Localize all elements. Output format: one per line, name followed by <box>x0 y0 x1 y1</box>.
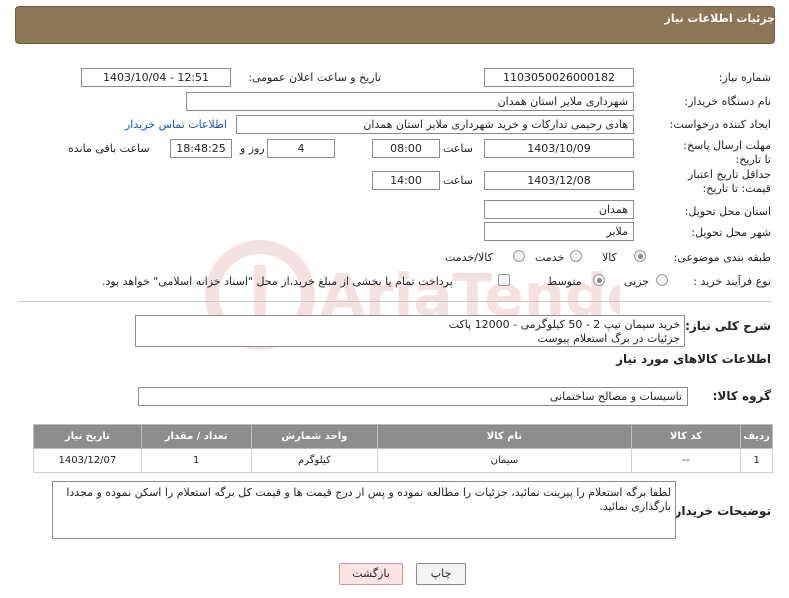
col-row-header: ردیف <box>740 424 773 449</box>
table-row: 1 -- سیمان کیلوگرم 1 1403/12/07 <box>33 448 773 473</box>
days-remaining-field: 4 <box>267 139 335 158</box>
requester-label: ایجاد کننده درخواست: <box>669 118 771 131</box>
time-remaining-label: ساعت باقی مانده <box>68 142 150 155</box>
page-title: جزئیات اطلاعات نیاز <box>664 12 776 25</box>
qty-cell: 1 <box>140 448 252 473</box>
col-unit-header: واحد شمارش <box>250 424 379 449</box>
description-line-1: خرید سیمان تیپ 2 - 50 کیلوگرمی - 12000 پ… <box>448 318 680 331</box>
process-medium-radio[interactable] <box>593 274 605 286</box>
price-validity-label: حداقل تاریخ اعتبار قیمت: تا تاریخ: <box>687 168 771 195</box>
requester-field: هادی رحیمی تدارکات و خرید شهرداری ملایر … <box>236 115 634 134</box>
description-label: شرح کلی نیاز: <box>685 319 771 333</box>
category-both-radio[interactable] <box>513 250 525 262</box>
announce-datetime-label: تاریخ و ساعت اعلان عمومی: <box>248 71 381 84</box>
time-remaining-field: 18:48:25 <box>170 139 232 158</box>
name-cell: سیمان <box>377 448 632 473</box>
process-type-label: نوع فرآیند خرید : <box>693 275 771 288</box>
col-name-header: نام کالا <box>377 424 632 449</box>
reply-deadline-date-field: 1403/10/09 <box>484 139 634 158</box>
divider <box>18 301 772 302</box>
need-number-label: شماره نیاز: <box>718 71 771 84</box>
category-service-label: خدمت <box>535 251 565 264</box>
process-minor-label: جزیی <box>624 275 650 288</box>
goods-group-field: تاسیسات و مصالح ساختمانی <box>138 387 688 406</box>
category-service-radio[interactable] <box>570 250 582 262</box>
buyer-notes-label: توضیحات خریدار: <box>669 504 771 518</box>
description-line-2: جزئیات در برگ استعلام پیوست <box>537 332 680 345</box>
delivery-province-label: استان محل تحویل: <box>684 205 771 218</box>
reply-time-label: ساعت <box>443 142 473 155</box>
goods-section-title: اطلاعات کالاهای مورد نیاز <box>616 352 771 366</box>
goods-group-label: گروه کالا: <box>712 389 771 403</box>
category-both-label: کالا/خدمت <box>445 251 493 264</box>
col-qty-header: تعداد / مقدار <box>140 424 252 449</box>
price-validity-time-field: 14:00 <box>372 171 440 190</box>
buyer-org-field: شهرداری ملایر استان همدان <box>186 92 634 111</box>
treasury-payment-checkbox[interactable] <box>498 274 510 286</box>
page-header <box>15 6 775 44</box>
items-table-header: ردیف کد کالا نام کالا واحد شمارش تعداد /… <box>33 424 773 449</box>
row-number-cell: 1 <box>740 448 773 473</box>
treasury-payment-note: پرداخت تمام یا بخشی از مبلغ خرید،از محل … <box>102 275 453 288</box>
buyer-contact-link[interactable]: اطلاعات تماس خریدار <box>125 118 227 131</box>
need-number-field: 1103050026000182 <box>484 68 634 87</box>
buyer-org-label: نام دستگاه خریدار: <box>684 95 771 108</box>
delivery-province-field: همدان <box>484 200 634 219</box>
delivery-city-label: شهر محل تحویل: <box>691 226 771 239</box>
reply-time-field: 08:00 <box>372 139 440 158</box>
items-table: ردیف کد کالا نام کالا واحد شمارش تعداد /… <box>33 424 773 473</box>
print-button[interactable]: چاپ <box>416 563 466 585</box>
back-button[interactable]: بازگشت <box>339 563 403 585</box>
delivery-city-field: ملایر <box>484 222 634 241</box>
category-goods-label: کالا <box>602 251 617 264</box>
category-goods-radio[interactable] <box>634 250 646 262</box>
price-validity-time-label: ساعت <box>443 174 473 187</box>
category-label: طبقه بندی موضوعی: <box>673 251 771 264</box>
reply-deadline-label: مهلت ارسال پاسخ: تا تاریخ: <box>683 139 771 166</box>
price-validity-date-field: 1403/12/08 <box>484 171 634 190</box>
unit-cell: کیلوگرم <box>250 448 379 473</box>
announce-datetime-field: 1403/10/04 - 12:51 <box>81 68 231 87</box>
date-cell: 1403/12/07 <box>33 448 142 473</box>
description-textarea[interactable]: خرید سیمان تیپ 2 - 50 کیلوگرمی - 12000 پ… <box>135 315 685 347</box>
col-code-header: کد کالا <box>630 424 742 449</box>
process-medium-label: متوسط <box>547 275 582 288</box>
days-label: روز و <box>240 142 265 155</box>
buyer-notes-textarea[interactable]: لطفا برگه استعلام را پیرینت نمائید، جزئی… <box>52 481 676 539</box>
col-date-header: تاریخ نیاز <box>33 424 142 449</box>
process-minor-radio[interactable] <box>656 274 668 286</box>
code-cell: -- <box>630 448 742 473</box>
